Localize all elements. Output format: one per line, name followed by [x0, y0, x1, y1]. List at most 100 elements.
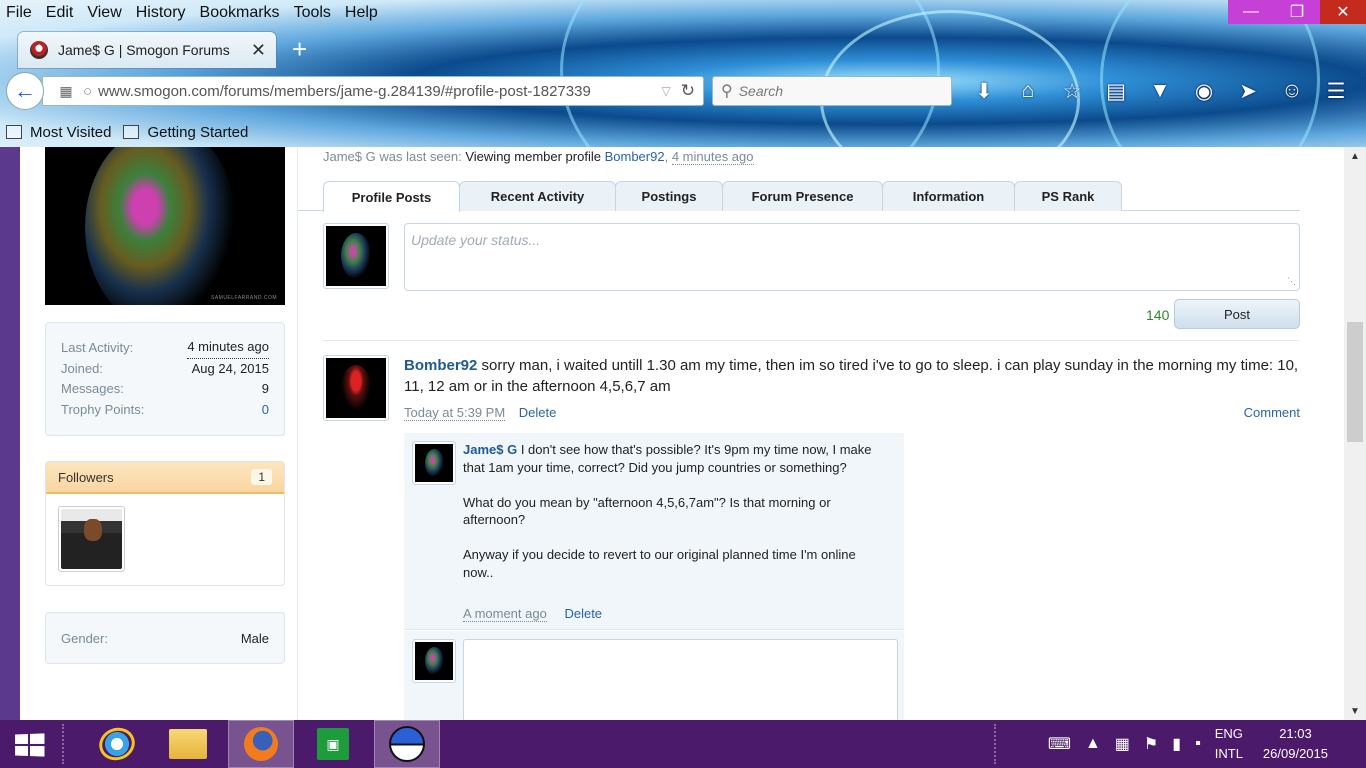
reply-timestamp[interactable]: A moment ago [463, 606, 547, 622]
resize-grip-icon[interactable]: ⋱ [1287, 276, 1296, 287]
gender-box: Gender: Male [45, 612, 285, 664]
taskbar-internet-explorer[interactable] [84, 720, 150, 768]
tab-profile-posts[interactable]: Profile Posts [323, 181, 460, 212]
composer-avatar[interactable] [412, 639, 456, 683]
trophy-points-link[interactable]: 0 [262, 400, 269, 421]
post-author-link[interactable]: Bomber92 [404, 357, 477, 374]
post-message: sorry man, i waited untill 1.30 am my ti… [404, 357, 1299, 395]
status-update-input[interactable]: Update your status... ⋱ [404, 223, 1300, 291]
smogon-favicon-icon [30, 41, 48, 59]
comment-input[interactable] [463, 639, 898, 720]
menu-bookmarks[interactable]: Bookmarks [200, 4, 280, 22]
signal-icon[interactable]: ▪ [1195, 735, 1201, 753]
post-meta: Today at 5:39 PM Delete [404, 405, 557, 421]
followers-header[interactable]: Followers 1 [46, 462, 284, 494]
close-window-button[interactable]: ✕ [1320, 0, 1366, 24]
menu-tools[interactable]: Tools [294, 4, 331, 22]
close-tab-icon[interactable]: ✕ [251, 40, 266, 61]
last-seen-time: 4 minutes ago [671, 149, 754, 165]
comment-link[interactable]: Comment [1244, 405, 1300, 420]
bookmark-label: Most Visited [30, 123, 112, 141]
profile-main: Jame$ G was last seen: Viewing member pr… [298, 147, 1344, 720]
input-language[interactable]: ENG INTL [1215, 724, 1243, 764]
post-timestamp[interactable]: Today at 5:39 PM [404, 405, 506, 421]
reply-author-link[interactable]: Jame$ G [463, 442, 517, 457]
avatar-image [326, 226, 386, 286]
delete-reply-link[interactable]: Delete [564, 606, 602, 621]
stat-trophy-points: Trophy Points: 0 [61, 400, 269, 421]
bookmark-label: Getting Started [147, 123, 249, 141]
taskbar-pokemon-showdown[interactable] [374, 720, 440, 768]
delete-post-link[interactable]: Delete [519, 405, 557, 420]
taskbar-grip [62, 724, 64, 764]
taskbar: ▣ ⌨ ▲ ▦ ⚑ ▮ ▪ ENG INTL 21:03 26/09/2015 [0, 720, 1366, 768]
clock[interactable]: 21:03 26/09/2015 [1263, 724, 1328, 764]
avatar-image [415, 444, 453, 482]
action-flag-icon[interactable]: ⚑ [1144, 734, 1158, 754]
pocket-icon[interactable]: ▼ [1138, 76, 1182, 106]
send-icon[interactable]: ➤ [1226, 76, 1270, 106]
menu-view[interactable]: View [87, 4, 121, 22]
tab-recent-activity[interactable]: Recent Activity [459, 181, 616, 211]
menu-help[interactable]: Help [345, 4, 378, 22]
tab-information[interactable]: Information [882, 181, 1015, 211]
stat-value: Aug 24, 2015 [191, 360, 269, 376]
addon-icon[interactable]: ◉ [1182, 76, 1226, 106]
maximize-button[interactable]: ❐ [1274, 0, 1320, 24]
last-seen-line: Jame$ G was last seen: Viewing member pr… [323, 149, 754, 165]
post-button[interactable]: Post [1174, 299, 1300, 329]
menu-edit[interactable]: Edit [46, 4, 74, 22]
browser-chrome: File Edit View History Bookmarks Tools H… [0, 0, 1366, 147]
keyboard-icon[interactable]: ⌨ [1048, 734, 1071, 754]
stat-value: 4 minutes ago [187, 338, 269, 359]
home-icon[interactable]: ⌂ [1006, 76, 1050, 106]
bookmarks-list-icon[interactable]: ▤ [1094, 76, 1138, 106]
smiley-icon[interactable]: ☺ [1270, 76, 1314, 106]
tab-title: Jame$ G | Smogon Forums [58, 42, 230, 58]
bookmark-getting-started[interactable]: Getting Started [123, 124, 248, 141]
taskbar-firefox[interactable] [228, 720, 294, 768]
scroll-down-icon[interactable]: ▼ [1344, 702, 1366, 720]
url-text[interactable]: www.smogon.com/forums/members/jame-g.284… [98, 83, 661, 100]
page-scrollbar[interactable]: ▲ ▼ [1344, 147, 1366, 720]
new-tab-button[interactable]: + [292, 34, 307, 65]
url-bar[interactable]: ▦ ○ www.smogon.com/forums/members/jame-g… [42, 76, 704, 106]
comment-composer [404, 631, 904, 720]
hamburger-menu-icon[interactable]: ☰ [1314, 76, 1358, 106]
reply-avatar[interactable] [412, 441, 456, 485]
battery-icon[interactable]: ▮ [1172, 734, 1181, 754]
bookmark-most-visited[interactable]: Most Visited [6, 124, 111, 141]
taskbar-store[interactable]: ▣ [300, 720, 366, 768]
tab-forum-presence[interactable]: Forum Presence [722, 181, 883, 211]
stat-label: Last Activity: [61, 340, 134, 355]
my-avatar-thumb[interactable] [323, 223, 389, 289]
start-button[interactable] [0, 720, 60, 768]
minimize-icon: — [1243, 3, 1259, 20]
tab-postings[interactable]: Postings [615, 181, 723, 211]
pokeball-icon [389, 726, 425, 762]
bomber92-avatar[interactable] [323, 355, 389, 421]
search-input[interactable]: ⚲ Search [712, 76, 952, 106]
minimize-button[interactable]: — [1228, 0, 1274, 24]
bookmark-star-icon[interactable]: ☆ [1050, 76, 1094, 106]
reply-meta: A moment ago Delete [463, 606, 602, 622]
last-seen-member-link[interactable]: Bomber92 [605, 149, 665, 164]
reload-icon[interactable]: ↻ [681, 81, 695, 101]
scroll-up-icon[interactable]: ▲ [1344, 147, 1366, 165]
windows-flag-icon[interactable]: ▦ [1115, 734, 1130, 754]
menu-file[interactable]: File [6, 4, 32, 22]
close-icon: ✕ [1336, 4, 1350, 21]
back-button[interactable]: ← [6, 72, 44, 110]
download-icon[interactable]: ⬇ [962, 76, 1006, 106]
follower-avatar[interactable] [58, 506, 125, 572]
show-hidden-icons-icon[interactable]: ▲ [1085, 735, 1101, 753]
browser-tab[interactable]: Jame$ G | Smogon Forums ✕ [18, 32, 276, 68]
store-icon: ▣ [317, 728, 349, 760]
tab-ps-rank[interactable]: PS Rank [1014, 181, 1122, 211]
menu-history[interactable]: History [136, 4, 186, 22]
url-dropdown-icon[interactable]: ▽ [662, 84, 671, 98]
gender-value: Male [240, 630, 269, 646]
scroll-thumb[interactable] [1347, 322, 1363, 442]
site-identity-icon[interactable]: ▦ [49, 83, 83, 100]
taskbar-file-explorer[interactable] [155, 720, 221, 768]
